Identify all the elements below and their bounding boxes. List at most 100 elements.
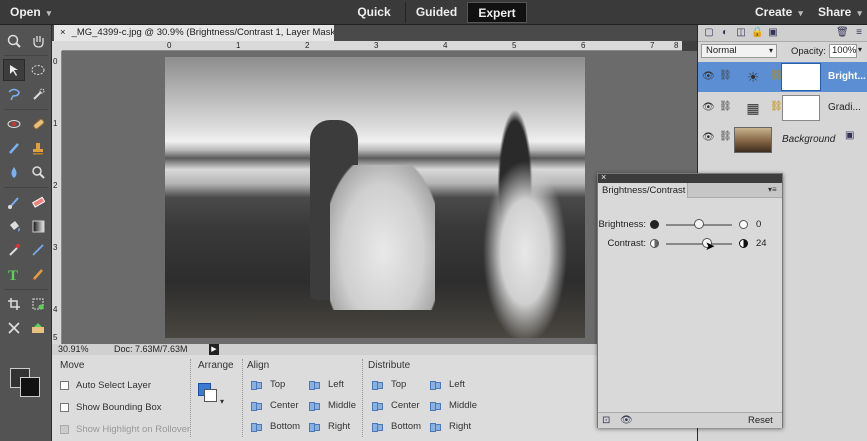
zoom-tool-icon[interactable] xyxy=(3,30,25,52)
recompose-tool-icon[interactable] xyxy=(27,293,49,315)
crop-tool-icon[interactable] xyxy=(3,293,25,315)
new-layer-icon[interactable]: ▢ xyxy=(703,27,715,39)
create-menu[interactable]: Create xyxy=(755,5,803,19)
lasso-tool-icon[interactable] xyxy=(3,83,25,105)
visibility-eye-icon[interactable]: 👁 xyxy=(702,71,715,82)
brightness-slider-handle[interactable] xyxy=(694,219,704,229)
panel-menu-icon[interactable]: ≡ xyxy=(853,27,865,39)
document-tab[interactable]: × _MG_4399-c.jpg @ 30.9% (Brightness/Cont… xyxy=(54,25,334,41)
clip-to-layer-icon[interactable]: ⊡ xyxy=(602,415,610,426)
align-right-button[interactable]: Right xyxy=(308,421,350,432)
align-top-button[interactable]: Top xyxy=(250,379,285,390)
wedding-photo[interactable] xyxy=(165,57,585,338)
document-tab-bar: × _MG_4399-c.jpg @ 30.9% (Brightness/Cont… xyxy=(52,25,697,41)
straighten-tool-icon[interactable] xyxy=(3,317,25,339)
align-left-button[interactable]: Left xyxy=(308,379,344,390)
close-tab-icon[interactable]: × xyxy=(60,27,66,38)
align-bottom-button[interactable]: Bottom xyxy=(250,421,300,432)
layer-row-brightness[interactable]: 👁 ⛓ ☀ ⛓ Bright... xyxy=(698,62,867,92)
lock-all-icon[interactable]: ▣ xyxy=(767,27,779,39)
align-middle-button[interactable]: Middle xyxy=(308,400,356,411)
link-icon[interactable]: ⛓ xyxy=(719,70,732,81)
hand-tool-icon[interactable] xyxy=(27,30,49,52)
show-bounding-box-checkbox[interactable]: Show Bounding Box xyxy=(60,402,162,413)
checkbox-icon[interactable] xyxy=(60,381,69,390)
move-tool-icon[interactable] xyxy=(3,59,25,81)
arrange-title: Arrange xyxy=(198,360,234,371)
mask-link-icon[interactable]: ⛓ xyxy=(770,101,783,112)
reset-button[interactable]: Reset xyxy=(748,415,773,426)
visibility-eye-icon[interactable]: 👁 xyxy=(620,415,633,426)
auto-select-layer-checkbox[interactable]: Auto Select Layer xyxy=(60,380,151,391)
visibility-eye-icon[interactable]: 👁 xyxy=(702,102,715,113)
panel-menu-icon[interactable]: ▾≡ xyxy=(768,185,777,194)
background-color-swatch[interactable] xyxy=(20,377,40,397)
layer-row-background[interactable]: 👁 ⛓ Background ▣ xyxy=(698,123,867,153)
divider xyxy=(362,359,363,437)
distribute-right-button[interactable]: Right xyxy=(429,421,471,432)
eraser-tool-icon[interactable] xyxy=(27,191,49,213)
paint-bucket-tool-icon[interactable] xyxy=(3,215,25,237)
sponge-tool-icon[interactable] xyxy=(27,161,49,183)
zoom-level[interactable]: 30.91% xyxy=(58,344,89,355)
panel-tab[interactable]: Brightness/Contrast xyxy=(598,183,688,198)
ruler-h-label: 3 xyxy=(374,41,379,50)
adjustment-layer-icon[interactable]: ◐ xyxy=(719,27,731,39)
mask-link-icon[interactable]: ⛓ xyxy=(770,70,783,81)
mode-guided-tab[interactable]: Guided xyxy=(405,2,467,23)
link-icon[interactable]: ⛓ xyxy=(719,101,732,112)
smart-brush-tool-icon[interactable] xyxy=(3,137,25,159)
line-tool-icon[interactable] xyxy=(27,239,49,261)
content-aware-move-tool-icon[interactable] xyxy=(27,317,49,339)
blur-tool-icon[interactable] xyxy=(3,161,25,183)
opacity-input[interactable]: 100% xyxy=(829,44,857,58)
clone-stamp-tool-icon[interactable] xyxy=(27,137,49,159)
share-menu[interactable]: Share xyxy=(818,5,862,19)
trash-icon[interactable]: 🗑 xyxy=(836,27,849,39)
arrange-dropdown[interactable]: ▾ xyxy=(198,383,224,406)
brush-tool-icon[interactable] xyxy=(3,191,25,213)
eyedropper-tool-icon[interactable] xyxy=(3,239,25,261)
status-menu-arrow-icon[interactable]: ▶ xyxy=(209,344,219,355)
distribute-left-button[interactable]: Left xyxy=(429,379,465,390)
contrast-value[interactable]: 24 xyxy=(756,238,767,249)
distribute-top-button[interactable]: Top xyxy=(371,379,406,390)
arrange-front-icon xyxy=(204,389,217,402)
layer-row-gradient[interactable]: 👁 ⛓ ▦ ⛓ Gradi... xyxy=(698,93,867,123)
gradient-tool-icon[interactable] xyxy=(27,215,49,237)
link-icon[interactable]: ⛓ xyxy=(719,131,732,142)
type-tool-icon[interactable]: T xyxy=(3,263,25,285)
marquee-tool-icon[interactable] xyxy=(27,59,49,81)
checkbox-label: Show Bounding Box xyxy=(76,402,162,413)
distribute-center-button[interactable]: Center xyxy=(371,400,420,411)
top-menu-bar: Open Quick Guided Expert Create Share xyxy=(0,0,867,25)
ruler-v-label: 5 xyxy=(53,333,58,342)
chevron-down-icon[interactable]: ▾ xyxy=(858,45,862,54)
align-center-button[interactable]: Center xyxy=(250,400,299,411)
visibility-eye-icon[interactable]: 👁 xyxy=(702,132,715,143)
layer-mask-thumbnail[interactable] xyxy=(782,95,820,121)
spot-healing-tool-icon[interactable] xyxy=(27,113,49,135)
ruler-v-label: 1 xyxy=(53,119,58,128)
layer-name[interactable]: Background xyxy=(782,134,835,145)
layer-mask-icon[interactable]: ◫ xyxy=(735,27,747,39)
quick-selection-tool-icon[interactable] xyxy=(27,83,49,105)
open-menu[interactable]: Open xyxy=(10,5,51,19)
contrast-slider-track[interactable] xyxy=(666,243,732,245)
pencil-tool-icon[interactable] xyxy=(27,263,49,285)
layer-name[interactable]: Gradi... xyxy=(828,102,866,113)
brightness-value[interactable]: 0 xyxy=(756,219,761,230)
distribute-middle-button[interactable]: Middle xyxy=(429,400,477,411)
lock-icon[interactable]: 🔒 xyxy=(751,27,763,39)
red-eye-tool-icon[interactable] xyxy=(3,113,25,135)
align-title: Align xyxy=(247,360,270,371)
distribute-bottom-button[interactable]: Bottom xyxy=(371,421,421,432)
panel-drag-bar[interactable]: × xyxy=(598,172,782,183)
blend-mode-select[interactable]: Normal xyxy=(701,44,777,58)
mode-expert-tab[interactable]: Expert xyxy=(467,2,527,23)
layer-name[interactable]: Bright... xyxy=(828,71,866,82)
close-icon[interactable]: × xyxy=(601,172,606,182)
mode-quick-tab[interactable]: Quick xyxy=(343,2,405,23)
checkbox-icon[interactable] xyxy=(60,403,69,412)
layer-mask-thumbnail[interactable] xyxy=(782,64,820,90)
